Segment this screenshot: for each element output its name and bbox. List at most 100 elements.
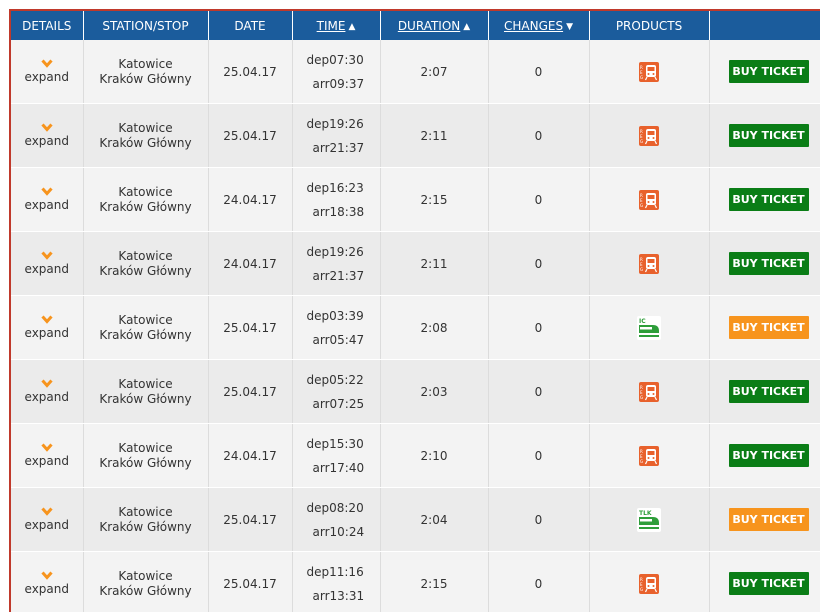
table-header: DETAILS STATION/STOP DATE TIME ▲︎ DURATIO… — [11, 11, 820, 40]
date-cell: 25.04.17 — [208, 359, 293, 424]
expand-toggle[interactable]: expand — [11, 59, 83, 84]
station-cell: Katowice Kraków Główny — [83, 167, 209, 232]
product-icon: REG — [639, 253, 659, 274]
svg-text:G: G — [640, 459, 643, 464]
expand-toggle[interactable]: expand — [11, 187, 83, 212]
expand-label[interactable]: expand — [25, 582, 69, 596]
station-to: Kraków Główny — [99, 199, 192, 214]
expand-toggle[interactable]: expand — [11, 315, 83, 340]
column-header-buy — [709, 11, 820, 40]
time-cell: dep15:30 arr17:40 — [292, 423, 381, 488]
station-from: Katowice — [118, 568, 173, 583]
expand-toggle[interactable]: expand — [11, 571, 83, 596]
reg-train-icon: REG — [639, 445, 659, 466]
details-cell[interactable]: expand — [11, 359, 84, 424]
expand-label[interactable]: expand — [25, 326, 69, 340]
chevron-down-icon[interactable] — [41, 251, 53, 260]
buy-cell: BUY TICKET — [709, 167, 820, 232]
buy-ticket-button[interactable]: BUY TICKET — [728, 252, 809, 275]
expand-toggle[interactable]: expand — [11, 251, 83, 276]
expand-toggle[interactable]: expand — [11, 507, 83, 532]
sort-by-changes-link[interactable]: CHANGES — [504, 19, 563, 33]
chevron-down-icon[interactable] — [41, 507, 53, 516]
sort-both-icon[interactable]: ▲︎ — [463, 22, 470, 32]
chevron-down-icon[interactable] — [41, 571, 53, 580]
chevron-down-icon[interactable] — [41, 379, 53, 388]
expand-toggle[interactable]: expand — [11, 379, 83, 404]
date-cell: 25.04.17 — [208, 551, 293, 612]
details-cell[interactable]: expand — [11, 167, 84, 232]
buy-ticket-button[interactable]: BUY TICKET — [728, 572, 809, 595]
products-cell: REG — [589, 359, 710, 424]
station-from: Katowice — [118, 184, 173, 199]
chevron-down-icon[interactable] — [41, 123, 53, 132]
changes-cell: 0 — [488, 167, 590, 232]
details-cell[interactable]: expand — [11, 103, 84, 168]
details-cell[interactable]: expand — [11, 295, 84, 360]
table-row: expand Katowice Kraków Główny 25.04.17 de… — [11, 295, 820, 360]
expand-label[interactable]: expand — [25, 134, 69, 148]
duration-cell: 2:03 — [380, 359, 489, 424]
station-cell: Katowice Kraków Główny — [83, 423, 209, 488]
product-icon: REG — [639, 381, 659, 402]
expand-label[interactable]: expand — [25, 198, 69, 212]
expand-label[interactable]: expand — [25, 390, 69, 404]
expand-toggle[interactable]: expand — [11, 443, 83, 468]
station-from: Katowice — [118, 248, 173, 263]
sort-both-icon[interactable]: ▲︎ — [348, 22, 355, 32]
reg-train-icon: REG — [639, 573, 659, 594]
chevron-down-icon[interactable] — [41, 443, 53, 452]
details-cell[interactable]: expand — [11, 231, 84, 296]
expand-label[interactable]: expand — [25, 454, 69, 468]
expand-toggle[interactable]: expand — [11, 123, 83, 148]
chevron-down-icon[interactable] — [41, 187, 53, 196]
details-cell[interactable]: expand — [11, 487, 84, 552]
column-header-changes[interactable]: CHANGES ▼︎ — [488, 11, 590, 40]
arrival-time: arr07:25 — [312, 396, 365, 411]
buy-ticket-button[interactable]: BUY TICKET — [728, 188, 809, 211]
arrival-time: arr17:40 — [312, 460, 365, 475]
expand-label[interactable]: expand — [25, 518, 69, 532]
buy-ticket-button[interactable]: BUY TICKET — [728, 380, 809, 403]
changes-cell: 0 — [488, 487, 590, 552]
buy-ticket-button[interactable]: BUY TICKET — [728, 124, 809, 147]
product-icon: REG — [639, 573, 659, 594]
chevron-down-icon[interactable] — [41, 315, 53, 324]
table-row: expand Katowice Kraków Główny 25.04.17 de… — [11, 103, 820, 168]
svg-text:IC: IC — [639, 318, 646, 325]
chevron-down-icon[interactable] — [41, 59, 53, 68]
column-header-time[interactable]: TIME ▲︎ — [292, 11, 381, 40]
time-cell: dep19:26 arr21:37 — [292, 231, 381, 296]
buy-ticket-button[interactable]: BUY TICKET — [728, 60, 809, 83]
arrival-time: arr10:24 — [312, 524, 365, 539]
buy-cell: BUY TICKET — [709, 295, 820, 360]
buy-cell: BUY TICKET — [709, 40, 820, 104]
buy-ticket-button[interactable]: BUY TICKET — [728, 508, 809, 531]
tlk-train-icon: TLK — [637, 507, 661, 532]
expand-label[interactable]: expand — [25, 70, 69, 84]
buy-ticket-button[interactable]: BUY TICKET — [728, 444, 809, 467]
arrival-time: arr18:38 — [312, 204, 365, 219]
sort-by-duration-link[interactable]: DURATION — [398, 19, 460, 33]
station-to: Kraków Główny — [99, 71, 192, 86]
buy-ticket-button[interactable]: BUY TICKET — [728, 316, 809, 339]
sort-by-time-link[interactable]: TIME — [317, 19, 346, 33]
station-cell: Katowice Kraków Główny — [83, 551, 209, 612]
time-cell: dep11:16 arr13:31 — [292, 551, 381, 612]
expand-label[interactable]: expand — [25, 262, 69, 276]
products-cell: REG — [589, 40, 710, 104]
column-header-duration[interactable]: DURATION ▲︎ — [380, 11, 489, 40]
details-cell[interactable]: expand — [11, 423, 84, 488]
product-icon: REG — [639, 445, 659, 466]
sort-desc-icon[interactable]: ▼︎ — [566, 22, 573, 32]
details-cell[interactable]: expand — [11, 551, 84, 612]
station-to: Kraków Główny — [99, 135, 192, 150]
products-cell: TLK — [589, 487, 710, 552]
product-icon: REG — [639, 189, 659, 210]
product-icon: TLK — [637, 507, 661, 532]
column-header-station: STATION/STOP — [83, 11, 209, 40]
details-cell[interactable]: expand — [11, 40, 84, 104]
time-cell: dep19:26 arr21:37 — [292, 103, 381, 168]
table-row: expand Katowice Kraków Główny 25.04.17 de… — [11, 487, 820, 552]
departure-time: dep16:23 — [306, 180, 364, 195]
